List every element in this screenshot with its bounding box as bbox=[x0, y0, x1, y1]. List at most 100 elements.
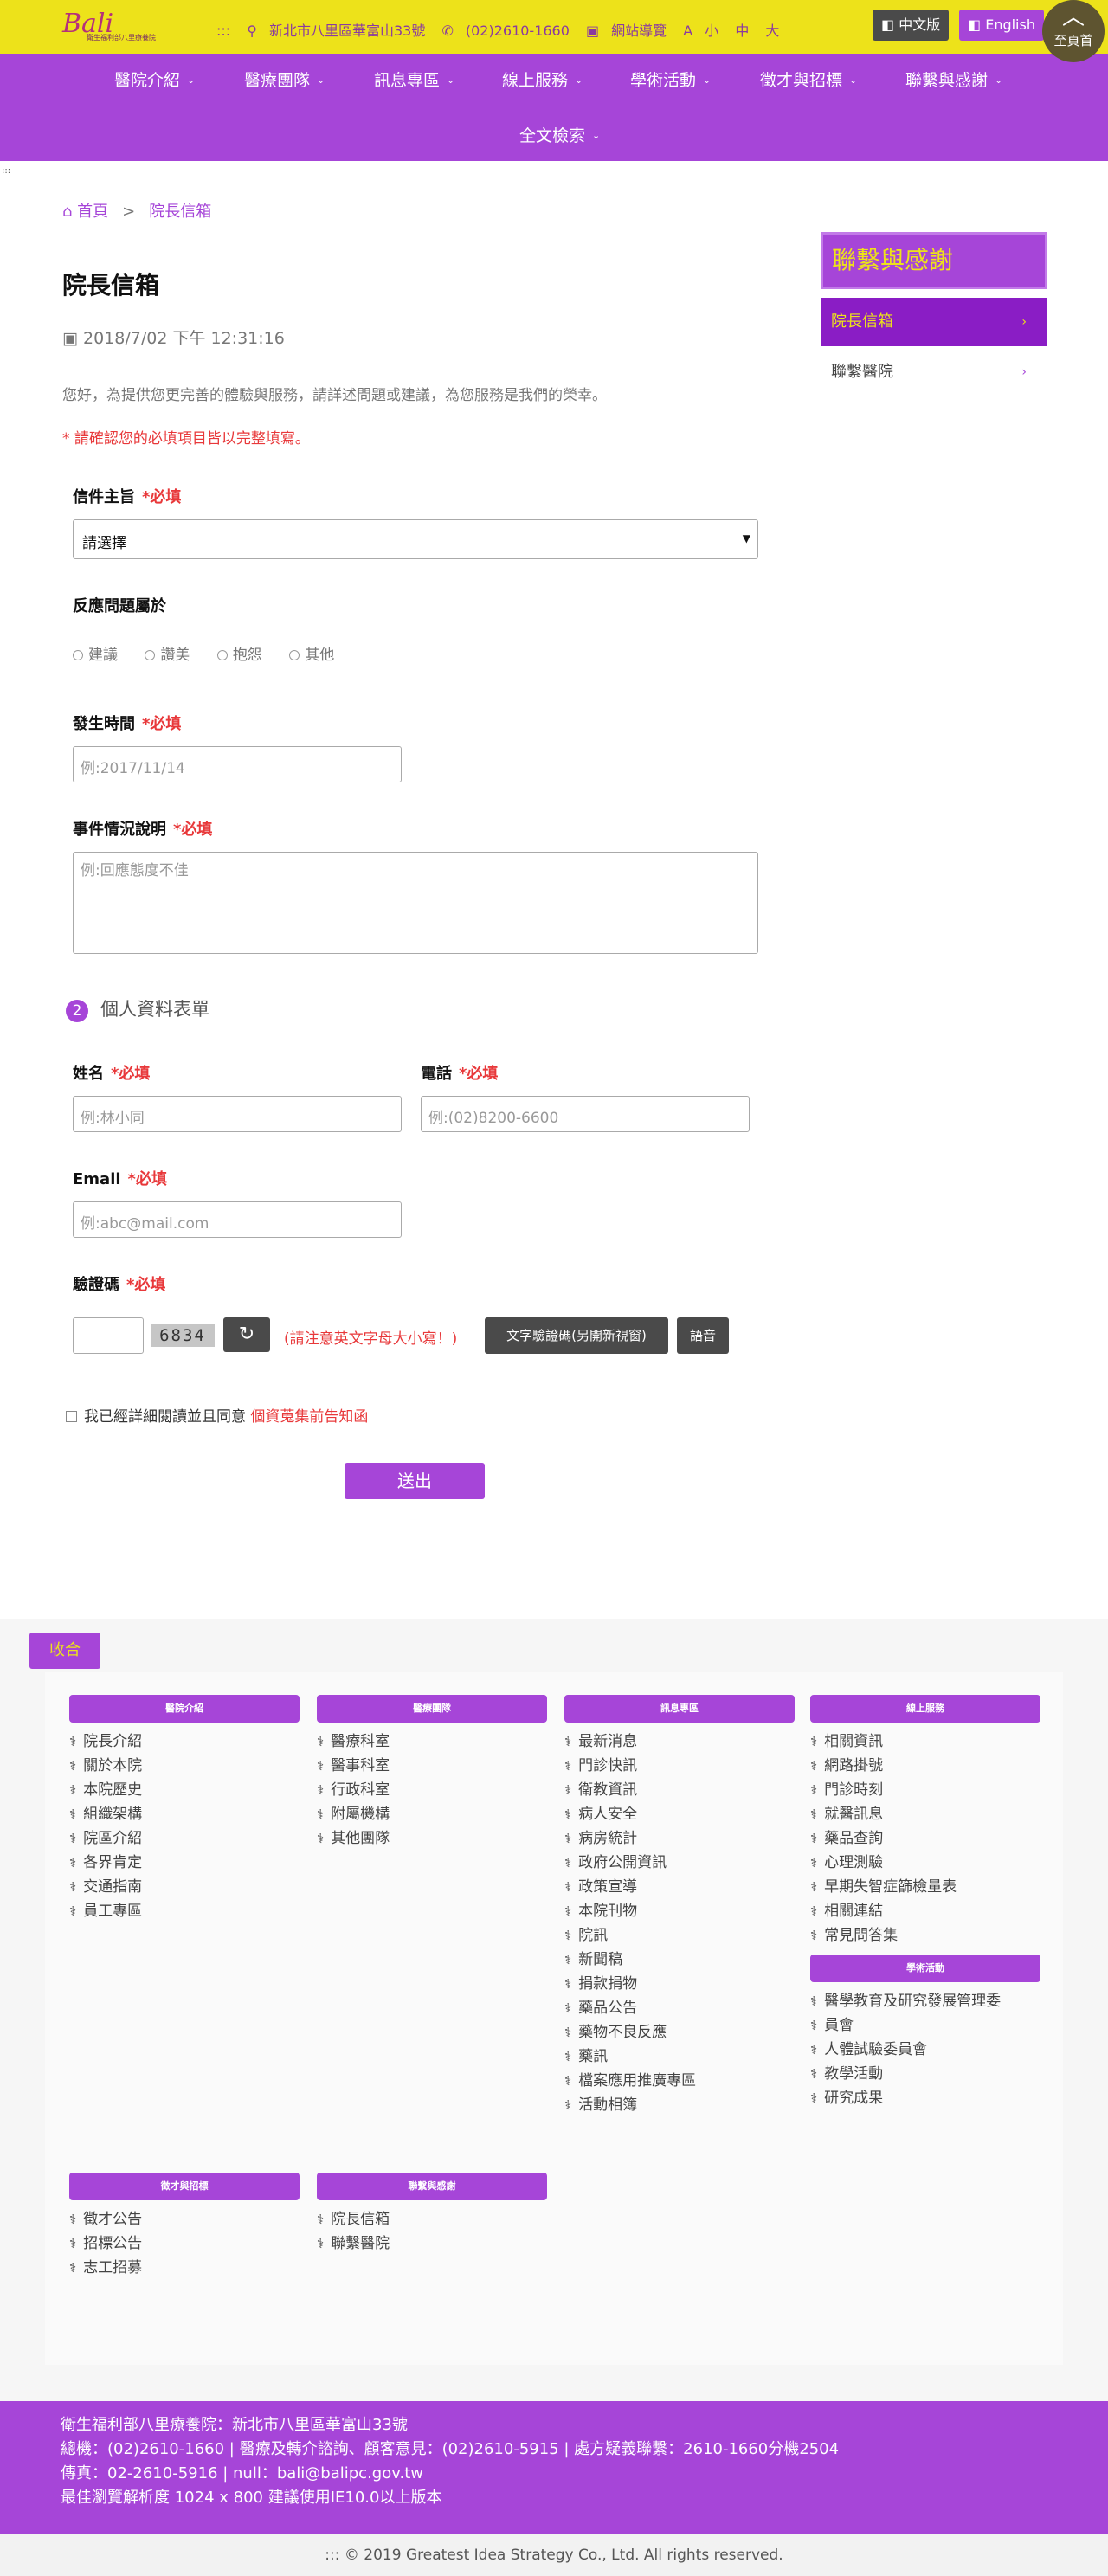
sitemap-heading[interactable]: 徵才與招標 bbox=[69, 2173, 300, 2200]
refresh-captcha-button[interactable]: ↻ bbox=[223, 1317, 270, 1352]
sitemap-heading[interactable]: 學術活動 bbox=[810, 1955, 1040, 1982]
sitemap-link[interactable]: ⚕ 教學活動 bbox=[810, 2062, 1001, 2086]
sitemap-link[interactable]: ⚕ 門診快訊 bbox=[564, 1754, 696, 1778]
lang-en-button[interactable]: ◧ English bbox=[959, 10, 1044, 41]
nav-item-recruitment[interactable]: 徵才與招標 ⌄ bbox=[760, 68, 857, 91]
nav-item-search[interactable]: 全文檢索 ⌄ bbox=[519, 123, 600, 146]
sitemap-heading[interactable]: 線上服務 bbox=[810, 1695, 1040, 1723]
sitemap-link[interactable]: ⚕ 早期失智症篩檢量表 bbox=[810, 1875, 957, 1899]
radio-complaint[interactable]: 抱怨 bbox=[216, 642, 262, 664]
sitemap-link[interactable]: ⚕ 政策宣導 bbox=[564, 1875, 696, 1899]
nav-item-hospital-intro[interactable]: 醫院介紹 ⌄ bbox=[114, 68, 195, 91]
nav-item-online-service[interactable]: 線上服務 ⌄ bbox=[502, 68, 583, 91]
privacy-notice-link[interactable]: 個資蒐集前告知函 bbox=[250, 1408, 368, 1426]
sitemap-link[interactable]: ⚕ 各界肯定 bbox=[69, 1851, 142, 1875]
desc-textarea[interactable]: 例:回應態度不佳 bbox=[73, 852, 758, 954]
sitemap-link[interactable]: ⚕ 門診時刻 bbox=[810, 1778, 957, 1802]
sitemap-link[interactable]: ⚕ 醫療科室 bbox=[317, 1729, 390, 1754]
sitemap-link[interactable]: ⚕ 政府公開資訊 bbox=[564, 1851, 696, 1875]
phone-label: 電話 *必填 bbox=[421, 1065, 499, 1083]
sitemap-link[interactable]: ⚕ 常見問答集 bbox=[810, 1923, 957, 1948]
sitemap-heading[interactable]: 醫院介紹 bbox=[69, 1695, 300, 1723]
sitemap-link[interactable]: ⚕ 藥物不良反應 bbox=[564, 2020, 696, 2045]
sitemap-link[interactable]: ⚕ 招標公告 bbox=[69, 2231, 142, 2256]
sitemap-heading[interactable]: 訊息專區 bbox=[564, 1695, 795, 1723]
sitemap-link[interactable]: ⚕ 附屬機構 bbox=[317, 1802, 390, 1826]
sitemap-link[interactable]: ⚕ 員會 bbox=[810, 2013, 1001, 2038]
sitemap-link[interactable]: ⚕ 相關資訊 bbox=[810, 1729, 957, 1754]
sitemap-link[interactable]: ⚕ 員工專區 bbox=[69, 1899, 142, 1923]
sitemap-link[interactable]: ⚕ 活動相簿 bbox=[564, 2093, 696, 2117]
sitemap-link[interactable]: ⚕ 病房統計 bbox=[564, 1826, 696, 1851]
sitemap-link[interactable]: ⚕ 本院歷史 bbox=[69, 1778, 142, 1802]
nav-item-academic[interactable]: 學術活動 ⌄ bbox=[630, 68, 711, 91]
radio-other[interactable]: 其他 bbox=[289, 642, 334, 664]
sitemap-link[interactable]: ⚕ 衛教資訊 bbox=[564, 1778, 696, 1802]
sitemap-link[interactable]: ⚕ 心理測驗 bbox=[810, 1851, 957, 1875]
sitemap-link-label: 其他團隊 bbox=[331, 1830, 390, 1847]
back-to-top-button[interactable]: ︿ 至頁首 bbox=[1042, 0, 1105, 62]
sitemap-link[interactable]: ⚕ 藥品查詢 bbox=[810, 1826, 957, 1851]
sitemap-link[interactable]: ⚕ 病人安全 bbox=[564, 1802, 696, 1826]
sitemap-link[interactable]: ⚕ 交通指南 bbox=[69, 1875, 142, 1899]
text-captcha-button[interactable]: 文字驗證碼(另開新視窗) bbox=[485, 1317, 668, 1354]
nav-item-news[interactable]: 訊息專區 ⌄ bbox=[374, 68, 454, 91]
nav-item-contact[interactable]: 聯繫與感謝 ⌄ bbox=[905, 68, 1002, 91]
audio-captcha-button[interactable]: 語音 bbox=[677, 1317, 729, 1354]
name-input[interactable]: 例:林小同 bbox=[73, 1096, 402, 1132]
radio-praise[interactable]: 讚美 bbox=[145, 642, 190, 664]
agree-checkbox[interactable] bbox=[66, 1411, 77, 1422]
collapse-button[interactable]: 收合 bbox=[29, 1633, 100, 1669]
subject-select[interactable]: 請選擇 ▼ bbox=[73, 519, 758, 559]
time-input[interactable]: 例:2017/11/14 bbox=[73, 746, 402, 782]
sitemap-link[interactable]: ⚕ 最新消息 bbox=[564, 1729, 696, 1754]
sitemap-link[interactable]: ⚕ 院長介紹 bbox=[69, 1729, 142, 1754]
sitemap-link[interactable]: ⚕ 醫事科室 bbox=[317, 1754, 390, 1778]
sitemap-link[interactable]: ⚕ 關於本院 bbox=[69, 1754, 142, 1778]
sitemap-link[interactable]: ⚕ 研究成果 bbox=[810, 2086, 1001, 2110]
sidebar-item-director-mailbox[interactable]: 院長信箱 › bbox=[821, 298, 1047, 346]
sitemap-heading[interactable]: 醫療團隊 bbox=[317, 1695, 547, 1723]
sitemap-link-label: 院長介紹 bbox=[83, 1733, 143, 1750]
sitemap-link[interactable]: ⚕ 聯繫醫院 bbox=[317, 2231, 390, 2256]
sitemap-link-label: 新聞稿 bbox=[578, 1951, 623, 1968]
sitemap-link[interactable]: ⚕ 新聞稿 bbox=[564, 1948, 696, 1972]
font-medium-button[interactable]: 中 bbox=[735, 23, 749, 39]
sitemap-link[interactable]: ⚕ 志工招募 bbox=[69, 2256, 142, 2280]
breadcrumb-home[interactable]: 首頁 bbox=[77, 203, 108, 221]
back-to-top-label: 至頁首 bbox=[1053, 33, 1093, 48]
sitemap-link[interactable]: ⚕ 組織架構 bbox=[69, 1802, 142, 1826]
radio-suggestion[interactable]: 建議 bbox=[73, 642, 118, 664]
captcha-input[interactable] bbox=[73, 1317, 144, 1354]
agree-checkbox-row[interactable]: 我已經詳細閱讀並且同意 個資蒐集前告知函 bbox=[66, 1404, 368, 1426]
font-large-button[interactable]: 大 bbox=[765, 23, 779, 39]
sitemap-link[interactable]: ⚕ 院區介紹 bbox=[69, 1826, 142, 1851]
sitemap-link[interactable]: ⚕ 行政科室 bbox=[317, 1778, 390, 1802]
sitemap-link[interactable]: ⚕ 藥品公告 bbox=[564, 1996, 696, 2020]
site-logo[interactable]: Bali 衛生福利部八里療養院 bbox=[62, 9, 192, 43]
phone-input[interactable]: 例:(02)8200-6600 bbox=[421, 1096, 750, 1132]
stethoscope-icon: ⚕ bbox=[564, 1758, 572, 1774]
email-input[interactable]: 例:abc@mail.com bbox=[73, 1201, 402, 1238]
sitemap-link[interactable]: ⚕ 醫學教育及研究發展管理委 bbox=[810, 1989, 1001, 2013]
sitemap-link[interactable]: ⚕ 人體試驗委員會 bbox=[810, 2038, 1001, 2062]
sitemap-link[interactable]: ⚕ 本院刊物 bbox=[564, 1899, 696, 1923]
sitemap-link[interactable]: ⚕ 捐款捐物 bbox=[564, 1972, 696, 1996]
sitemap-link[interactable]: ⚕ 其他團隊 bbox=[317, 1826, 390, 1851]
sitemap-link[interactable]: ⚕ 徵才公告 bbox=[69, 2207, 142, 2231]
submit-button[interactable]: 送出 bbox=[345, 1463, 485, 1499]
sitemap-link[interactable]: ⚕ 院長信箱 bbox=[317, 2207, 390, 2231]
sitemap-heading[interactable]: 聯繫與感謝 bbox=[317, 2173, 547, 2200]
sitemap-link[interactable]: ⚕ 網路掛號 bbox=[810, 1754, 957, 1778]
sitemap-link[interactable]: ⚕ 檔案應用推廣專區 bbox=[564, 2069, 696, 2093]
nav-item-medical-team[interactable]: 醫療團隊 ⌄ bbox=[244, 68, 325, 91]
sidebar-item-contact-hospital[interactable]: 聯繫醫院 › bbox=[821, 348, 1047, 396]
lang-zh-button[interactable]: ◧ 中文版 bbox=[873, 10, 950, 41]
sitemap-link[interactable]: ⚕ 相關連結 bbox=[810, 1899, 957, 1923]
font-small-button[interactable]: 小 bbox=[705, 23, 718, 39]
breadcrumb-current[interactable]: 院長信箱 bbox=[149, 203, 211, 221]
sitemap-link[interactable]: 網站導覽 bbox=[611, 23, 667, 39]
sitemap-link[interactable]: ⚕ 就醫訊息 bbox=[810, 1802, 957, 1826]
sitemap-link[interactable]: ⚕ 院訊 bbox=[564, 1923, 696, 1948]
sitemap-link[interactable]: ⚕ 藥訊 bbox=[564, 2045, 696, 2069]
